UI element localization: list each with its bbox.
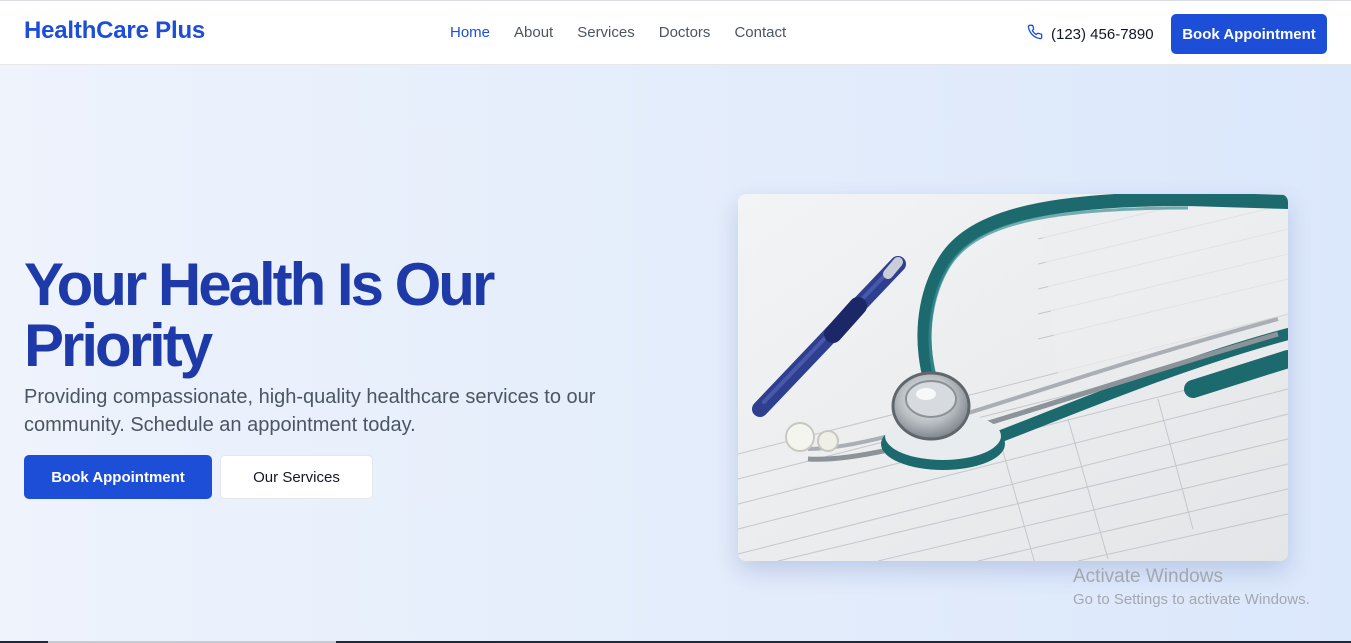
watermark-subtitle: Go to Settings to activate Windows.: [1073, 591, 1310, 608]
nav-link-services[interactable]: Services: [577, 24, 635, 41]
nav-link-contact[interactable]: Contact: [734, 24, 786, 41]
nav-link-home[interactable]: Home: [450, 24, 490, 41]
nav-link-doctors[interactable]: Doctors: [659, 24, 711, 41]
hero-subtitle: Providing compassionate, high-quality he…: [24, 386, 596, 436]
activate-windows-watermark: Activate Windows Go to Settings to activ…: [1073, 566, 1310, 610]
hero-title: Your Health Is Our Priority: [24, 251, 495, 379]
phone-contact[interactable]: (123) 456-7890: [1027, 24, 1154, 45]
main-nav: Home About Services Doctors Contact: [450, 24, 786, 41]
nav-link-about[interactable]: About: [514, 24, 553, 41]
phone-number: (123) 456-7890: [1051, 26, 1154, 43]
top-navbar: HealthCare Plus Home About Services Doct…: [0, 0, 1351, 65]
hero-image-stethoscope: [738, 194, 1288, 561]
brand-logo[interactable]: HealthCare Plus: [24, 17, 205, 45]
our-services-button[interactable]: Our Services: [220, 455, 373, 499]
book-appointment-button[interactable]: Book Appointment: [24, 455, 212, 499]
watermark-title: Activate Windows: [1073, 566, 1223, 587]
book-appointment-nav-button[interactable]: Book Appointment: [1171, 14, 1327, 54]
phone-icon: [1027, 24, 1043, 45]
